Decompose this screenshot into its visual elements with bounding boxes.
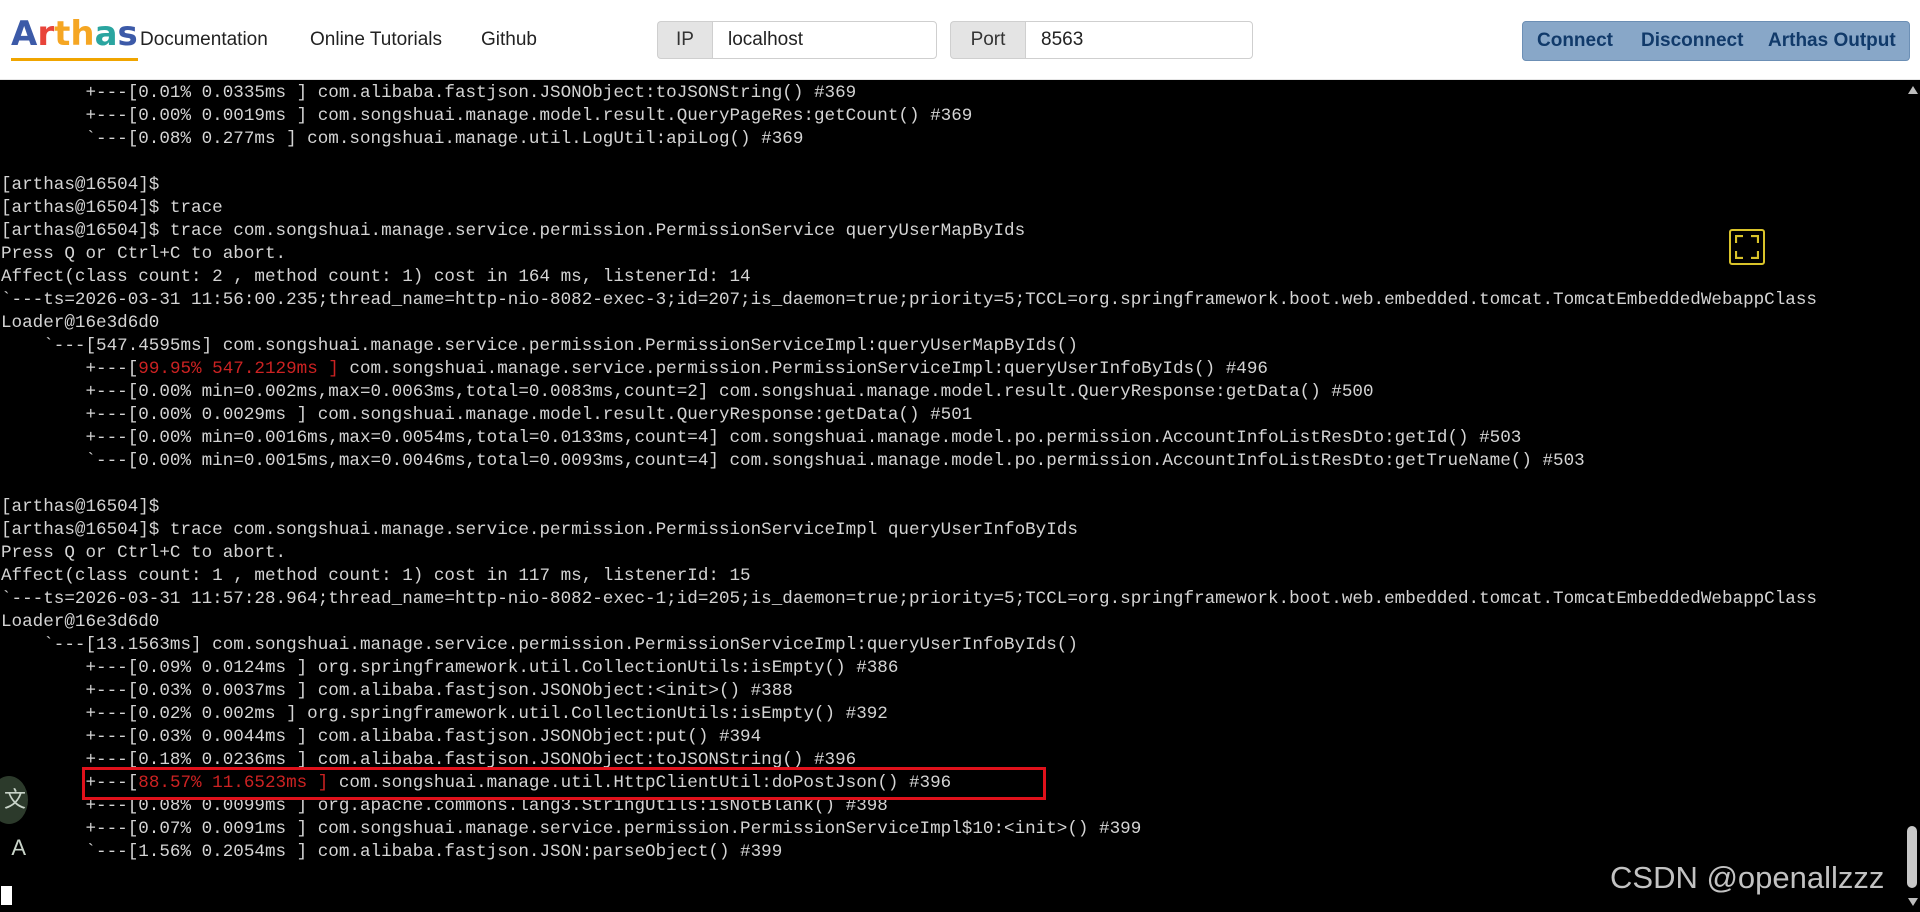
terminal-line: Press Q or Ctrl+C to abort.	[1, 543, 287, 563]
port-input-group: Port	[950, 21, 1253, 59]
terminal-line: Affect(class count: 1 , method count: 1)…	[1, 566, 751, 586]
arthas-output-button[interactable]: Arthas Output	[1768, 29, 1896, 53]
terminal-line: [arthas@16504]$	[1, 497, 160, 517]
connection-button-group: Connect Disconnect Arthas Output	[1522, 21, 1910, 61]
terminal-cursor	[1, 886, 12, 905]
terminal-line: `---ts=2026-03-31 11:56:00.235;thread_na…	[1, 290, 1817, 310]
logo-letter: A	[11, 14, 38, 54]
terminal-line: Affect(class count: 2 , method count: 1)…	[1, 267, 751, 287]
terminal-line: [arthas@16504]$ trace	[1, 198, 223, 218]
terminal-line: Loader@16e3d6d0	[1, 313, 160, 333]
terminal-line: `---[1.56% 0.2054ms ] com.alibaba.fastjs…	[1, 842, 783, 862]
fullscreen-icon	[1735, 235, 1759, 259]
nav-link-online-tutorials[interactable]: Online Tutorials	[310, 27, 442, 53]
terminal-line: Press Q or Ctrl+C to abort.	[1, 244, 287, 264]
watermark: CSDN @openallzzz	[1610, 860, 1885, 895]
terminal-line: +---[0.07% 0.0091ms ] com.songshuai.mana…	[1, 819, 1142, 839]
terminal-line: `---[13.1563ms] com.songshuai.manage.ser…	[1, 635, 1078, 655]
terminal-line: +---[0.01% 0.0335ms ] com.alibaba.fastjs…	[1, 83, 857, 103]
connect-button[interactable]: Connect	[1537, 29, 1613, 53]
terminal-line: +---[0.03% 0.0044ms ] com.alibaba.fastjs…	[1, 727, 762, 747]
terminal-line: [arthas@16504]$	[1, 175, 160, 195]
logo-letter: r	[37, 14, 55, 54]
terminal-line: +---[0.00% 0.0029ms ] com.songshuai.mana…	[1, 405, 973, 425]
ip-input[interactable]	[712, 21, 937, 59]
scroll-up-arrow-icon[interactable]	[1908, 86, 1918, 94]
terminal-line: +---[0.00% 0.0019ms ] com.songshuai.mana…	[1, 106, 973, 126]
top-navbar: Arthas Documentation Online Tutorials Gi…	[0, 0, 1920, 80]
terminal-line: +---[0.00% min=0.002ms,max=0.0063ms,tota…	[1, 382, 1374, 402]
terminal-line: Loader@16e3d6d0	[1, 612, 160, 632]
terminal-scrollbar[interactable]	[1904, 80, 1920, 912]
terminal-line: +---[99.95% 547.2129ms ] com.songshuai.m…	[1, 359, 1268, 379]
fullscreen-button[interactable]	[1729, 229, 1765, 265]
terminal-line: +---[0.00% min=0.0016ms,max=0.0054ms,tot…	[1, 428, 1522, 448]
scrollbar-thumb[interactable]	[1907, 826, 1917, 888]
disconnect-button[interactable]: Disconnect	[1641, 29, 1743, 53]
terminal-line: `---[547.4595ms] com.songshuai.manage.se…	[1, 336, 1078, 356]
terminal-line: +---[0.02% 0.002ms ] org.springframework…	[1, 704, 888, 724]
terminal-line: +---[0.03% 0.0037ms ] com.alibaba.fastjs…	[1, 681, 793, 701]
highlight-annotation-box	[82, 767, 1046, 800]
ip-input-group: IP	[657, 21, 937, 59]
logo-letter: t	[54, 14, 71, 54]
terminal-line: `---ts=2026-03-31 11:57:28.964;thread_na…	[1, 589, 1817, 609]
terminal-line: `---[0.08% 0.277ms ] com.songshuai.manag…	[1, 129, 804, 149]
terminal-line: [arthas@16504]$ trace com.songshuai.mana…	[1, 520, 1078, 540]
arthas-logo[interactable]: Arthas	[11, 14, 138, 61]
terminal-hotspot-segment: 99.95% 547.2129ms ]	[138, 359, 339, 379]
scroll-down-arrow-icon[interactable]	[1908, 898, 1918, 906]
terminal-line: `---[0.00% min=0.0015ms,max=0.0046ms,tot…	[1, 451, 1585, 471]
nav-link-documentation[interactable]: Documentation	[140, 27, 268, 53]
logo-letter: a	[94, 14, 118, 54]
terminal-line: [arthas@16504]$ trace com.songshuai.mana…	[1, 221, 1026, 241]
logo-letter: h	[70, 14, 95, 54]
logo-letter: s	[117, 14, 138, 54]
port-label: Port	[950, 21, 1025, 59]
nav-link-github[interactable]: Github	[481, 27, 537, 53]
terminal-line: +---[0.09% 0.0124ms ] org.springframewor…	[1, 658, 899, 678]
ip-label: IP	[657, 21, 712, 59]
port-input[interactable]	[1025, 21, 1253, 59]
